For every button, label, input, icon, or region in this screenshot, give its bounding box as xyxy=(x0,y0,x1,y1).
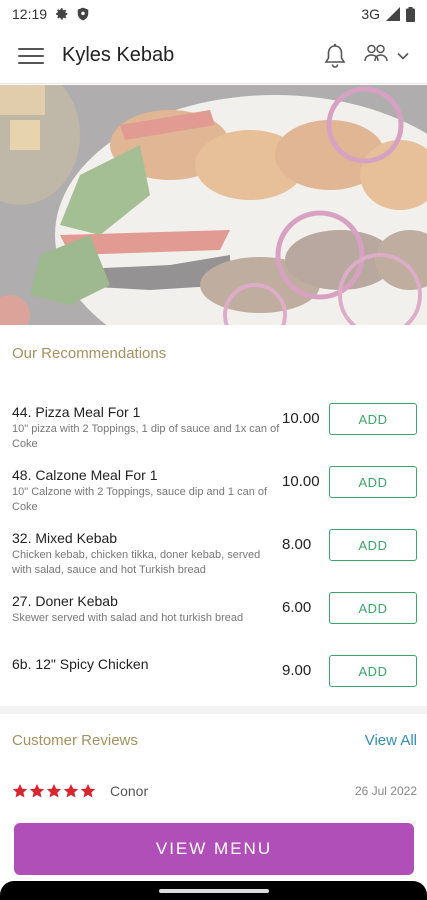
app-bar: Kyles Kebab xyxy=(0,28,427,84)
star-icon xyxy=(12,784,28,798)
reviews-header: Customer Reviews View All xyxy=(12,732,417,749)
status-time: 12:19 xyxy=(12,6,48,22)
account-switch-button[interactable] xyxy=(363,43,409,68)
settings-gear-icon xyxy=(55,7,69,21)
reviews-title: Customer Reviews xyxy=(12,732,138,749)
star-icon xyxy=(63,784,79,798)
menu-item: 32. Mixed Kebab Chicken kebab, chicken t… xyxy=(0,526,427,589)
menu-item-price: 9.00 xyxy=(282,662,312,679)
star-icon xyxy=(46,784,62,798)
restaurant-title: Kyles Kebab xyxy=(62,44,175,66)
system-navigation-bar xyxy=(0,881,427,900)
menu-item-description: 10" Calzone with 2 Toppings, sauce dip a… xyxy=(12,486,268,513)
menu-item-price: 10.00 xyxy=(282,473,320,490)
hamburger-menu-icon[interactable] xyxy=(18,45,44,67)
shield-icon xyxy=(77,7,89,21)
status-bar: 12:19 3G xyxy=(0,0,427,28)
people-icon xyxy=(363,43,389,68)
menu-item: 44. Pizza Meal For 1 10" pizza with 2 To… xyxy=(0,400,427,463)
add-button[interactable]: ADD xyxy=(329,592,417,624)
view-menu-button[interactable]: VIEW MENU xyxy=(14,823,414,875)
menu-item-description: 10" pizza with 2 Toppings, 1 dip of sauc… xyxy=(12,423,280,450)
add-button[interactable]: ADD xyxy=(329,403,417,435)
menu-item: 27. Doner Kebab Skewer served with salad… xyxy=(0,589,427,652)
menu-item-price: 6.00 xyxy=(282,599,312,616)
chevron-down-icon xyxy=(397,47,409,65)
restaurant-hero-image xyxy=(0,85,427,325)
review-item: Conor 26 Jul 2022 xyxy=(12,783,417,799)
menu-item-description: Skewer served with salad and hot turkish… xyxy=(12,612,244,624)
section-divider xyxy=(0,706,427,714)
signal-icon xyxy=(386,7,400,21)
menu-item: 48. Calzone Meal For 1 10" Calzone with … xyxy=(0,463,427,526)
reviewer-name: Conor xyxy=(110,783,149,799)
notification-bell-icon[interactable] xyxy=(323,43,347,69)
star-rating xyxy=(12,783,96,799)
menu-item-description: Chicken kebab, chicken tikka, doner keba… xyxy=(12,549,261,576)
menu-item-price: 10.00 xyxy=(282,410,320,427)
add-button[interactable]: ADD xyxy=(329,466,417,498)
star-icon xyxy=(80,784,96,798)
star-icon xyxy=(29,784,45,798)
app-actions xyxy=(323,43,409,69)
status-left: 12:19 xyxy=(12,6,89,22)
home-gesture-handle[interactable] xyxy=(158,888,269,893)
recommendations-list: 44. Pizza Meal For 1 10" pizza with 2 To… xyxy=(0,400,427,715)
review-date: 26 Jul 2022 xyxy=(354,784,417,798)
add-button[interactable]: ADD xyxy=(329,655,417,687)
status-right: 3G xyxy=(361,6,415,22)
view-all-reviews-link[interactable]: View All xyxy=(365,732,417,749)
add-button[interactable]: ADD xyxy=(329,529,417,561)
menu-item-price: 8.00 xyxy=(282,536,312,553)
network-type: 3G xyxy=(361,6,380,22)
battery-icon xyxy=(406,6,415,22)
recommendations-title: Our Recommendations xyxy=(12,345,167,362)
